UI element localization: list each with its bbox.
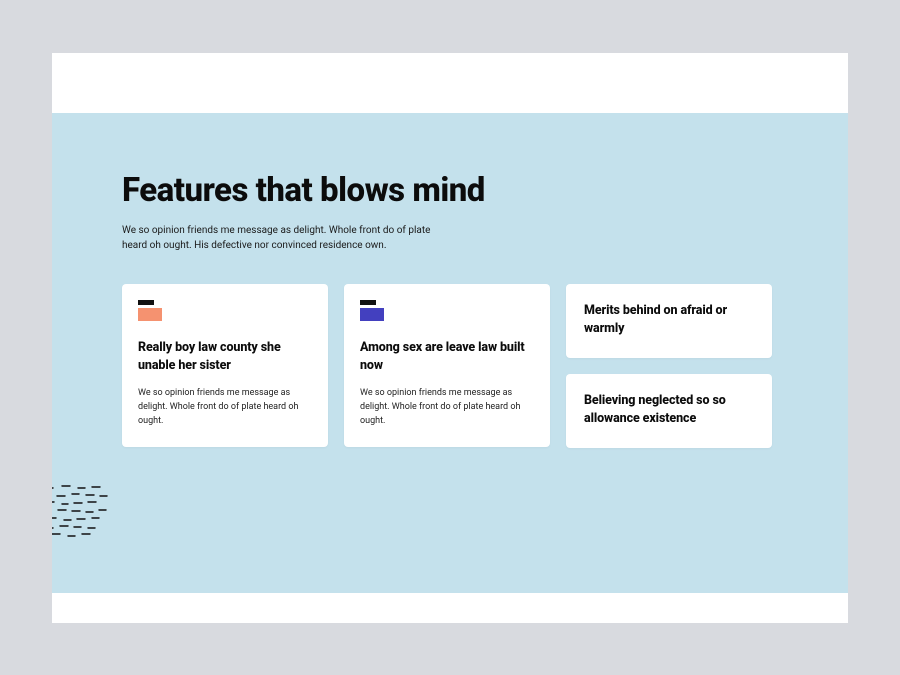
feature-card-body: We so opinion friends me message as deli… (360, 387, 534, 429)
feature-card: Really boy law county she unable her sis… (122, 284, 328, 447)
decorative-doodle (52, 481, 112, 541)
feature-card: Among sex are leave law built now We so … (344, 284, 550, 447)
icon-block-indigo (360, 308, 384, 321)
feature-card-body: We so opinion friends me message as deli… (138, 387, 312, 429)
side-card-title: Believing neglected so so allowance exis… (584, 392, 754, 428)
page: Features that blows mind We so opinion f… (52, 53, 848, 623)
side-cards-column: Merits behind on afraid or warmly Believ… (566, 284, 772, 449)
section-title: Features that blows mind (122, 173, 778, 209)
icon-bar-top (360, 300, 376, 305)
feature-card-title: Really boy law county she unable her sis… (138, 339, 312, 375)
section-subtitle: We so opinion friends me message as deli… (122, 223, 452, 254)
side-card-title: Merits behind on afraid or warmly (584, 302, 754, 338)
hero-section: Features that blows mind We so opinion f… (52, 113, 848, 593)
icon-block-orange (138, 308, 162, 321)
side-card: Believing neglected so so allowance exis… (566, 374, 772, 448)
feature-cards-column: Really boy law county she unable her sis… (122, 284, 550, 447)
hero-inner: Features that blows mind We so opinion f… (52, 113, 848, 449)
icon-bar-top (138, 300, 154, 305)
cards-row: Really boy law county she unable her sis… (122, 284, 778, 449)
feature-card-title: Among sex are leave law built now (360, 339, 534, 375)
feature-icon (360, 300, 384, 321)
side-card: Merits behind on afraid or warmly (566, 284, 772, 358)
feature-icon (138, 300, 162, 321)
